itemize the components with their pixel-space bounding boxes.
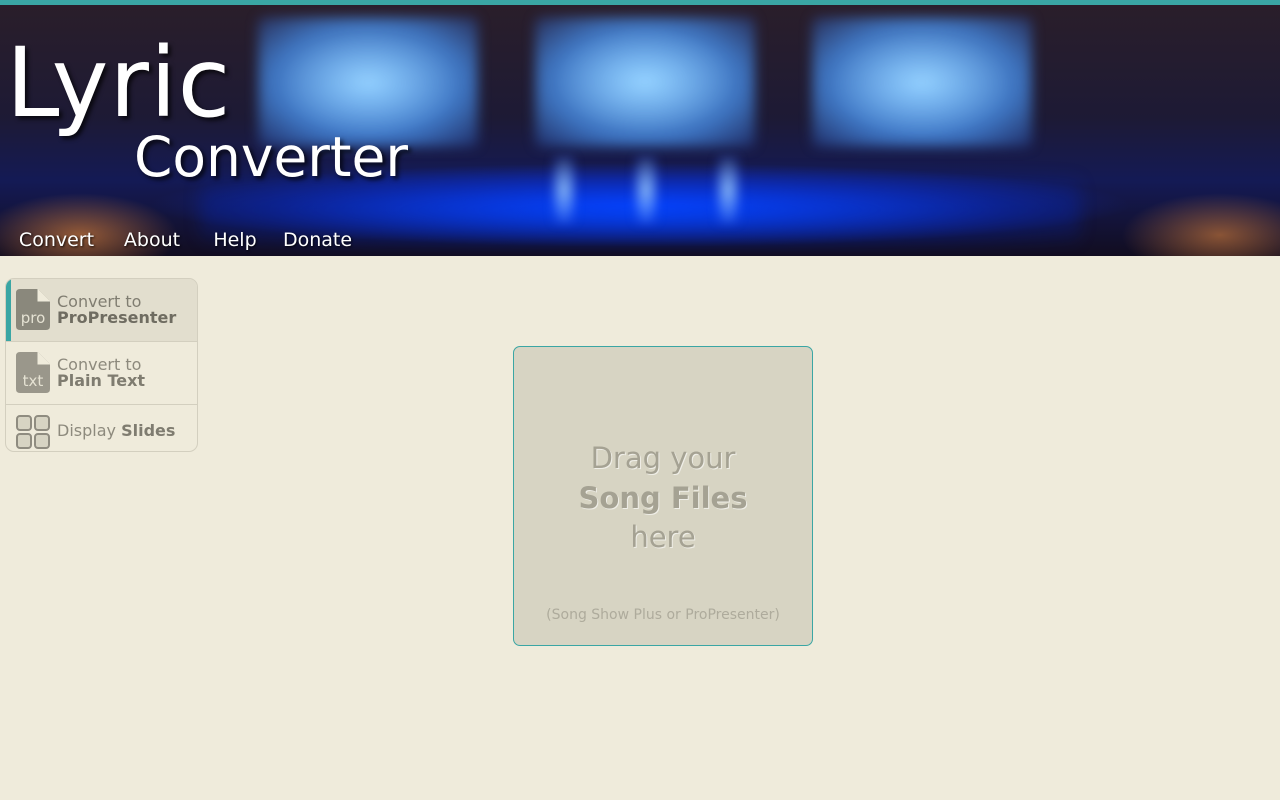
grid-icon	[16, 415, 50, 449]
svg-text:pro: pro	[21, 309, 46, 327]
drop-zone-line-3: here	[630, 520, 696, 554]
drop-zone-line-2: Song Files	[578, 481, 748, 515]
logo-title-converter: Converter	[134, 125, 408, 189]
background-stage-light	[632, 155, 660, 225]
file-drop-zone[interactable]: Drag your Song Files here (Song Show Plu…	[513, 346, 813, 646]
nav-about[interactable]: About	[122, 227, 182, 256]
background-screen-right	[812, 17, 1032, 147]
header-banner: Lyric Converter Convert About Help Donat…	[0, 5, 1280, 256]
drop-zone-note: (Song Show Plus or ProPresenter)	[546, 607, 780, 623]
sidebar-item-label: Convert to ProPresenter	[57, 292, 177, 327]
conversion-sidebar: pro Convert to ProPresenter txt Convert …	[5, 278, 198, 452]
drop-zone-line-1: Drag your	[590, 441, 736, 475]
nav-donate[interactable]: Donate	[282, 227, 353, 256]
sidebar-item-label: Convert to Plain Text	[57, 355, 146, 390]
file-pro-icon: pro	[16, 289, 50, 330]
background-stage-light	[714, 155, 742, 225]
file-txt-icon: txt	[16, 352, 50, 393]
nav-help[interactable]: Help	[211, 227, 259, 256]
sidebar-item-label: Display Slides	[57, 421, 176, 440]
sidebar-item-convert-plain-text[interactable]: txt Convert to Plain Text	[6, 342, 197, 405]
sidebar-item-display-slides[interactable]: Display Slides	[6, 405, 197, 451]
sidebar-item-convert-propresenter[interactable]: pro Convert to ProPresenter	[6, 279, 197, 342]
nav-convert[interactable]: Convert	[17, 227, 96, 256]
svg-text:txt: txt	[23, 372, 44, 390]
background-stage-light	[550, 155, 578, 225]
logo-title-lyric: Lyric	[6, 27, 232, 139]
background-screen-center	[535, 17, 755, 147]
